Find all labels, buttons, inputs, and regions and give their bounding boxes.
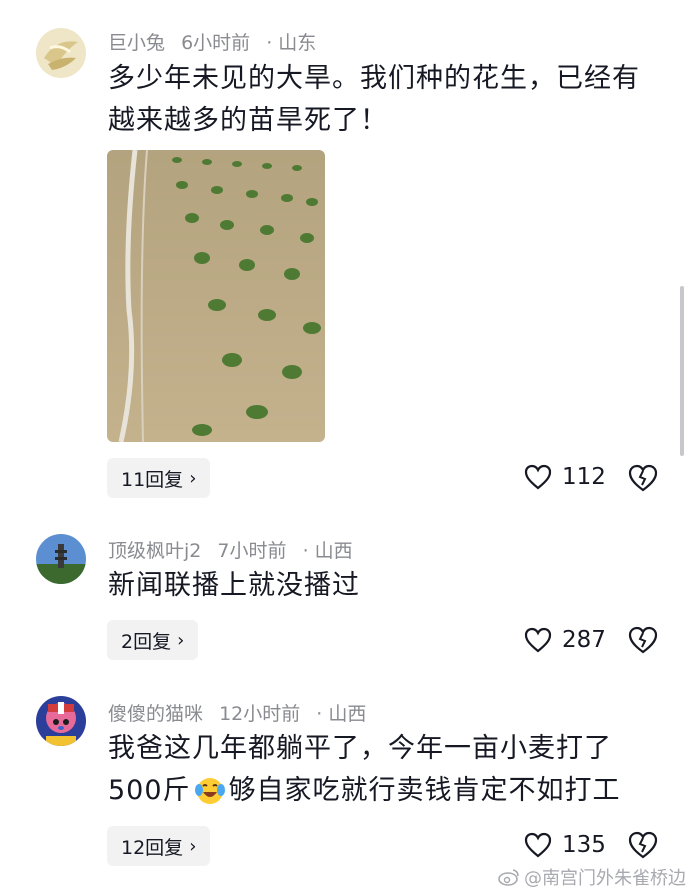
location: · 山东 [266, 32, 317, 54]
watermark-text: @南宫门外朱雀桥边 [524, 868, 686, 889]
username[interactable]: 顶级枫叶j2 [108, 540, 201, 562]
broken-heart-icon[interactable] [628, 464, 658, 492]
timestamp: 7小时前 [217, 540, 287, 562]
location: · 山西 [302, 540, 353, 562]
comment-text: 我爸这几年都躺平了，今年一亩小麦打了 500斤 够自家吃就行卖钱肯定不如打工 [108, 728, 668, 812]
scrollbar[interactable] [680, 286, 684, 456]
comment-meta: 巨小兔 6小时前 · 山东 [108, 28, 326, 55]
like-count: 112 [562, 464, 606, 490]
location: · 山西 [316, 703, 367, 725]
comment-text-segment: 够自家吃就行卖钱肯定不如打工 [228, 775, 621, 806]
avatar[interactable] [36, 696, 86, 746]
like-count: 135 [562, 832, 606, 858]
comment-meta: 顶级枫叶j2 7小时前 · 山西 [108, 536, 363, 563]
chevron-right-icon: › [177, 629, 185, 651]
reply-count-label: 2回复 [121, 630, 172, 653]
username[interactable]: 傻傻的猫咪 [108, 703, 203, 725]
comment-text-line: 新闻联播上就没播过 [108, 570, 360, 601]
reply-count-label: 11回复 [121, 468, 184, 491]
like-button[interactable]: 287 [524, 627, 606, 653]
comment-text-line-wrap: 500斤 够自家吃就行卖钱肯定不如打工 [108, 770, 668, 812]
like-count: 287 [562, 627, 606, 653]
comment-text-line: 越来越多的苗旱死了！ [108, 105, 388, 136]
heart-outline-icon [524, 464, 552, 490]
comment-text-line: 我爸这几年都躺平了，今年一亩小麦打了 [108, 733, 612, 764]
like-button[interactable]: 135 [524, 832, 606, 858]
chevron-right-icon: › [189, 467, 197, 489]
timestamp: 12小时前 [219, 703, 301, 725]
username[interactable]: 巨小兔 [108, 32, 165, 54]
timestamp: 6小时前 [181, 32, 251, 54]
broken-heart-icon[interactable] [628, 831, 658, 859]
comment-text-line: 多少年未见的大旱。我们种的花生，已经有 [108, 63, 640, 94]
avatar[interactable] [36, 534, 86, 584]
view-replies-button[interactable]: 11回复 › [107, 458, 211, 498]
chevron-right-icon: › [189, 835, 197, 857]
view-replies-button[interactable]: 2回复 › [107, 620, 199, 660]
broken-heart-icon[interactable] [628, 626, 658, 654]
watermark: @南宫门外朱雀桥边 [498, 864, 686, 890]
comment-meta: 傻傻的猫咪 12小时前 · 山西 [108, 699, 376, 726]
comment-text: 新闻联播上就没播过 [108, 565, 668, 607]
comment-text-segment: 500斤 [108, 775, 191, 806]
reply-count-label: 12回复 [121, 836, 184, 859]
like-button[interactable]: 112 [524, 464, 606, 490]
laughing-crying-emoji-icon [194, 778, 225, 804]
comment-text: 多少年未见的大旱。我们种的花生，已经有 越来越多的苗旱死了！ [108, 58, 668, 142]
heart-outline-icon [524, 832, 552, 858]
avatar[interactable] [36, 28, 86, 78]
comment-photo[interactable] [107, 150, 325, 442]
weibo-logo-icon [498, 869, 519, 886]
heart-outline-icon [524, 627, 552, 653]
view-replies-button[interactable]: 12回复 › [107, 826, 211, 866]
